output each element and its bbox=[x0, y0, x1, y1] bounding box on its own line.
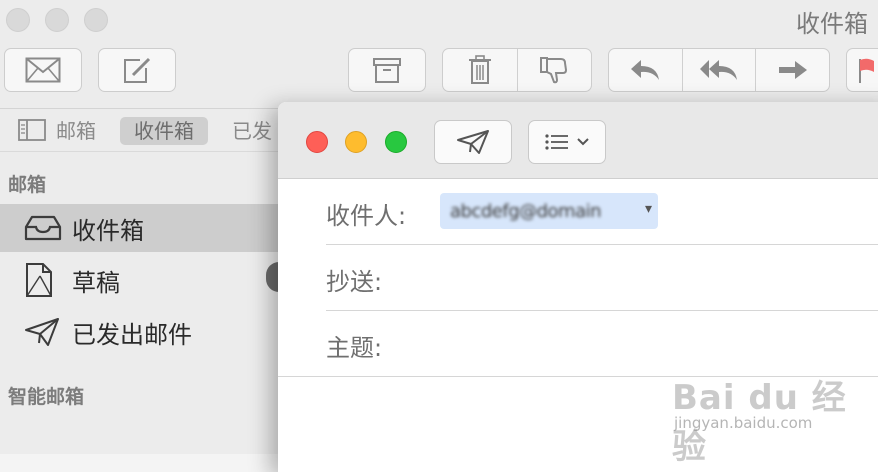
flag-button[interactable] bbox=[846, 48, 878, 92]
compose-button[interactable] bbox=[98, 48, 176, 92]
recipient-address: abcdefg@domain bbox=[450, 200, 602, 222]
section-header-mailboxes: 邮箱 bbox=[8, 174, 47, 196]
sidebar-item-label: 收件箱 bbox=[72, 216, 144, 245]
window-title: 收件箱 bbox=[796, 10, 868, 38]
send-paper-plane-icon bbox=[457, 130, 489, 154]
sidebar-toggle-icon[interactable] bbox=[18, 119, 46, 141]
section-header-smart-mailboxes: 智能邮箱 bbox=[8, 386, 85, 408]
flag-icon bbox=[859, 58, 874, 83]
thumbs-down-icon bbox=[540, 57, 568, 84]
zoom-button-inactive[interactable] bbox=[84, 8, 108, 32]
draft-document-icon bbox=[24, 262, 64, 298]
inbox-tray-icon bbox=[24, 215, 64, 241]
delete-button[interactable] bbox=[443, 49, 518, 91]
paper-plane-icon bbox=[24, 317, 64, 347]
to-label: 收件人: bbox=[326, 202, 407, 230]
sidebar-item-label: 已发出邮件 bbox=[72, 320, 192, 349]
get-mail-button[interactable] bbox=[4, 48, 82, 92]
reply-all-button[interactable] bbox=[683, 49, 757, 91]
trash-icon bbox=[468, 55, 491, 84]
junk-button[interactable] bbox=[518, 49, 592, 91]
header-fields-menu-button[interactable] bbox=[528, 120, 606, 164]
subject-label: 主题: bbox=[326, 334, 383, 362]
cc-field-row[interactable]: 抄送: bbox=[278, 245, 878, 311]
baidu-jingyan-watermark: Bai du 经验 jingyan.baidu.com bbox=[672, 360, 872, 467]
recipient-token[interactable]: abcdefg@domain ▾ bbox=[440, 193, 658, 229]
compose-pencil-icon bbox=[124, 57, 151, 83]
forward-arrow-icon bbox=[778, 61, 807, 79]
list-icon bbox=[545, 134, 568, 150]
watermark-url: jingyan.baidu.com bbox=[674, 414, 813, 432]
archive-box-icon bbox=[373, 58, 401, 83]
send-button[interactable] bbox=[434, 120, 512, 164]
zoom-button[interactable] bbox=[385, 131, 407, 153]
chevron-down-icon bbox=[577, 138, 589, 146]
mailbox-sidebar: 邮箱 收件箱 草稿 已发出邮件 智能邮箱 bbox=[0, 152, 300, 454]
archive-button[interactable] bbox=[348, 48, 426, 92]
main-titlebar: 收件箱 bbox=[0, 0, 878, 109]
reply-forward-group bbox=[608, 48, 830, 92]
favorites-mailboxes[interactable]: 邮箱 bbox=[56, 117, 96, 145]
cc-label: 抄送: bbox=[326, 268, 383, 296]
reply-all-arrow-icon bbox=[700, 60, 737, 80]
sidebar-item-inbox[interactable]: 收件箱 bbox=[0, 204, 300, 252]
minimize-button[interactable] bbox=[345, 131, 367, 153]
close-button-inactive[interactable] bbox=[6, 8, 30, 32]
reply-button[interactable] bbox=[609, 49, 683, 91]
favorites-sent[interactable]: 已发 bbox=[232, 117, 272, 145]
forward-button[interactable] bbox=[756, 49, 829, 91]
close-button[interactable] bbox=[306, 131, 328, 153]
sidebar-item-label: 草稿 bbox=[72, 268, 120, 297]
envelope-icon bbox=[25, 57, 61, 83]
reply-arrow-icon bbox=[631, 60, 660, 80]
to-field-row: 收件人: abcdefg@domain ▾ bbox=[278, 179, 878, 245]
minimize-button-inactive[interactable] bbox=[45, 8, 69, 32]
favorites-inbox[interactable]: 收件箱 bbox=[120, 117, 208, 145]
sidebar-item-drafts[interactable]: 草稿 bbox=[0, 256, 300, 304]
sidebar-item-sent[interactable]: 已发出邮件 bbox=[0, 308, 300, 356]
compose-titlebar bbox=[278, 102, 878, 179]
delete-junk-group bbox=[442, 48, 592, 92]
recipient-dropdown-icon[interactable]: ▾ bbox=[645, 201, 652, 217]
